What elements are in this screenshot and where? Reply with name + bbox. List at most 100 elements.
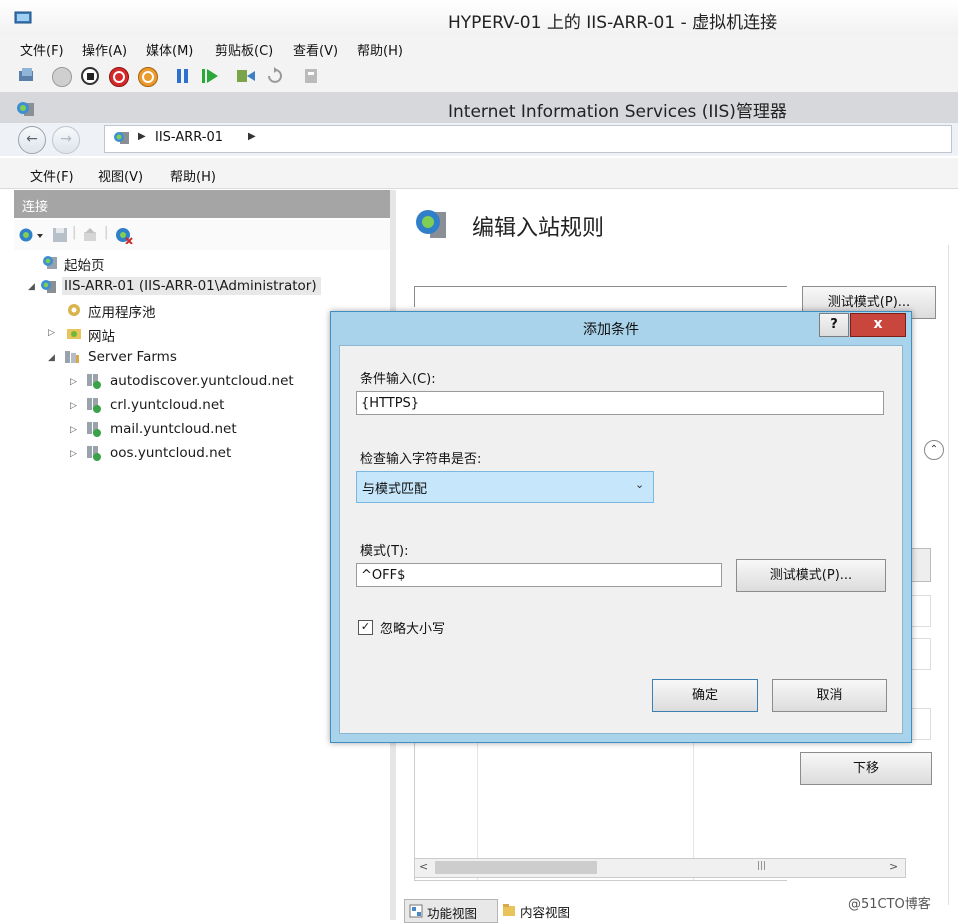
vm-menu-clipboard[interactable]: 剪贴板(C) bbox=[215, 40, 273, 59]
condition-input-label: 条件输入(C): bbox=[360, 372, 436, 387]
tab-content-label: 内容视图 bbox=[520, 905, 571, 920]
match-type-value: 与模式匹配 bbox=[362, 482, 428, 497]
vm-menu-action[interactable]: 操作(A) bbox=[82, 40, 127, 59]
cancel-button[interactable]: 取消 bbox=[772, 679, 887, 712]
scroll-right-icon[interactable]: > bbox=[889, 860, 898, 873]
side-button-1[interactable] bbox=[911, 548, 931, 582]
tree-item-start-page[interactable]: 起始页 bbox=[64, 254, 105, 274]
server-icon bbox=[41, 280, 56, 293]
pattern-input[interactable]: ^OFF$ bbox=[356, 563, 722, 587]
enhanced-session-icon[interactable] bbox=[302, 67, 320, 85]
breadcrumb-arrow-icon[interactable]: ▶ bbox=[248, 131, 256, 142]
watermark: @51CTO博客 bbox=[848, 897, 931, 912]
chevron-down-icon: ⌄ bbox=[635, 478, 645, 491]
iis-window-title: Internet Information Services (IIS)管理器 bbox=[448, 102, 787, 122]
side-button-3[interactable] bbox=[911, 638, 931, 670]
pause-icon[interactable] bbox=[174, 67, 192, 85]
back-button[interactable]: ← bbox=[18, 126, 46, 154]
dialog-body: 条件输入(C): {HTTPS} 检查输入字符串是否: 与模式匹配 ⌄ 模式(T… bbox=[339, 345, 903, 734]
sites-folder-icon bbox=[67, 329, 81, 339]
breadcrumb-arrow-icon[interactable]: ▶ bbox=[138, 131, 146, 142]
revert-icon[interactable] bbox=[265, 67, 283, 85]
save-icon[interactable] bbox=[138, 67, 158, 87]
tree-item-farm[interactable]: oos.yuntcloud.net bbox=[110, 445, 231, 461]
help-button[interactable]: ? bbox=[819, 313, 849, 337]
vm-menu-media[interactable]: 媒体(M) bbox=[146, 40, 193, 59]
expand-arrow-icon[interactable]: ▷ bbox=[70, 425, 77, 435]
match-type-select[interactable]: 与模式匹配 ⌄ bbox=[356, 471, 654, 503]
app-pool-icon bbox=[68, 304, 80, 316]
iis-menu-help[interactable]: 帮助(H) bbox=[170, 166, 216, 185]
check-input-label: 检查输入字符串是否: bbox=[360, 452, 482, 467]
server-icon bbox=[114, 132, 129, 144]
tree-item-app-pools[interactable]: 应用程序池 bbox=[88, 301, 156, 321]
ignore-case-label[interactable]: 忽略大小写 bbox=[380, 618, 445, 637]
test-pattern-button[interactable]: 测试模式(P)... bbox=[736, 559, 886, 592]
url-rewrite-icon bbox=[416, 210, 446, 238]
connections-toolbar: | | bbox=[14, 220, 390, 251]
iis-menu-view[interactable]: 视图(V) bbox=[98, 166, 143, 185]
server-farm-icon bbox=[87, 422, 101, 437]
connections-header: 连接 bbox=[14, 190, 390, 218]
forward-button[interactable]: → bbox=[52, 126, 80, 154]
vm-app-icon bbox=[14, 11, 32, 24]
tree-item-server[interactable]: IIS-ARR-01 (IIS-ARR-01\Administrator) bbox=[62, 277, 321, 295]
tree-item-farm[interactable]: crl.yuntcloud.net bbox=[110, 397, 224, 413]
breadcrumb-server[interactable]: IIS-ARR-01 bbox=[155, 130, 223, 145]
connect-globe-icon[interactable] bbox=[18, 227, 44, 243]
shutdown-icon[interactable] bbox=[109, 67, 129, 87]
collapse-section-icon[interactable]: ⌃ bbox=[924, 440, 944, 460]
input-box-edge[interactable] bbox=[414, 286, 787, 307]
up-icon[interactable] bbox=[82, 227, 98, 243]
save-connection-icon[interactable] bbox=[52, 227, 68, 243]
page-title: 编辑入站规则 bbox=[472, 216, 605, 241]
server-farm-icon bbox=[87, 398, 101, 413]
tab-features-label: 功能视图 bbox=[427, 906, 478, 921]
collapse-arrow-icon[interactable]: ◢ bbox=[48, 353, 55, 363]
side-button-2[interactable] bbox=[911, 595, 931, 627]
scroll-left-icon[interactable]: < bbox=[419, 860, 428, 873]
server-farm-icon bbox=[87, 374, 101, 389]
ctrl-alt-del-icon[interactable] bbox=[17, 67, 37, 85]
server-farms-icon bbox=[65, 351, 79, 363]
turn-off-icon[interactable] bbox=[81, 67, 99, 85]
tab-content-view[interactable]: 内容视图 bbox=[498, 899, 586, 921]
expand-arrow-icon[interactable]: ▷ bbox=[70, 449, 77, 459]
vm-menu-help[interactable]: 帮助(H) bbox=[357, 40, 403, 59]
vm-menubar: 文件(F) 操作(A) 媒体(M) 剪贴板(C) 查看(V) 帮助(H) bbox=[0, 36, 958, 60]
expand-arrow-icon[interactable]: ▷ bbox=[70, 377, 77, 387]
tree-item-sites[interactable]: 网站 bbox=[88, 325, 115, 345]
ok-button[interactable]: 确定 bbox=[652, 679, 758, 712]
ignore-case-checkbox[interactable]: ✓ bbox=[358, 620, 373, 635]
toolbar-separator: | bbox=[72, 225, 77, 240]
address-bar[interactable]: ▶ IIS-ARR-01 ▶ bbox=[104, 125, 952, 153]
iis-title-bar: Internet Information Services (IIS)管理器 bbox=[0, 93, 958, 123]
start-page-icon bbox=[43, 256, 57, 269]
vm-title-bar: HYPERV-01 上的 IIS-ARR-01 - 虚拟机连接 bbox=[0, 0, 958, 37]
toolbar-separator: | bbox=[104, 225, 109, 240]
grip-icon: ||| bbox=[757, 861, 767, 871]
side-button-4[interactable] bbox=[911, 708, 931, 740]
dialog-title: 添加条件 bbox=[583, 322, 639, 338]
tab-features-view[interactable]: 功能视图 bbox=[404, 899, 498, 923]
checkpoint-icon[interactable] bbox=[235, 67, 257, 85]
pattern-label: 模式(T): bbox=[360, 544, 409, 559]
scroll-thumb[interactable] bbox=[435, 861, 597, 874]
expand-arrow-icon[interactable]: ▷ bbox=[48, 328, 55, 338]
move-down-button[interactable]: 下移 bbox=[800, 752, 932, 785]
iis-menu-file[interactable]: 文件(F) bbox=[30, 166, 74, 185]
vm-menu-view[interactable]: 查看(V) bbox=[293, 40, 338, 59]
condition-input-field[interactable]: {HTTPS} bbox=[356, 391, 884, 415]
tree-item-server-farms[interactable]: Server Farms bbox=[88, 349, 177, 365]
start-icon[interactable] bbox=[52, 67, 72, 87]
collapse-arrow-icon[interactable]: ◢ bbox=[28, 282, 35, 292]
horizontal-scrollbar[interactable]: < ||| > bbox=[414, 858, 906, 878]
iis-menubar: 文件(F) 视图(V) 帮助(H) bbox=[0, 158, 958, 189]
tree-item-farm[interactable]: autodiscover.yuntcloud.net bbox=[110, 373, 294, 389]
vm-menu-file[interactable]: 文件(F) bbox=[20, 40, 64, 59]
delete-connection-icon[interactable] bbox=[114, 226, 134, 244]
close-button[interactable]: x bbox=[850, 313, 906, 337]
tree-item-farm[interactable]: mail.yuntcloud.net bbox=[110, 421, 237, 437]
resume-icon[interactable] bbox=[201, 67, 219, 85]
expand-arrow-icon[interactable]: ▷ bbox=[70, 401, 77, 411]
